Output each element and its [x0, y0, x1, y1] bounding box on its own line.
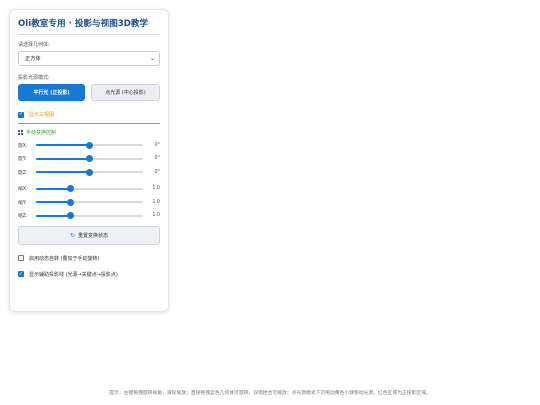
show-three-views-label: 显示三视图 [29, 112, 55, 118]
slider-track[interactable] [36, 198, 143, 206]
divider [18, 123, 160, 124]
slider-thumb[interactable] [86, 141, 93, 149]
reset-transform-button[interactable]: ↻ 重置变换状态 [18, 225, 160, 245]
reset-transform-label: 重置变换状态 [78, 232, 109, 239]
slider-fill [36, 144, 90, 146]
slider-value: 0° [154, 156, 160, 161]
slider-fill [36, 187, 71, 190]
scale-y-slider[interactable]: 缩Y: 1.0 [18, 198, 160, 206]
slider-track[interactable] [36, 141, 143, 149]
usage-hint: 提示：左键拖拽旋转视角，滚轮缩放；直接拖拽蓝色几何体可旋转，双指捏合可缩放；点光… [109, 391, 431, 396]
grid-icon [18, 130, 23, 135]
slider-label: 缩Z: [18, 214, 28, 219]
rotate-x-slider[interactable]: 旋X: 0° [18, 141, 160, 149]
slider-thumb[interactable] [66, 212, 74, 219]
aux-lines-label: 显示辅助投影线 (光源→关键点→投影点) [29, 271, 118, 278]
refresh-icon: ↻ [69, 231, 75, 239]
panel-title: Oli教室专用 · 投影与视图3D教学 [18, 17, 160, 35]
rotate-z-slider[interactable]: 旋Z: 0° [18, 168, 160, 176]
slider-thumb[interactable] [86, 155, 93, 162]
manual-transform-section: 手动变换控制 [18, 129, 160, 136]
rotate-y-slider[interactable]: 旋Y: 0° [18, 155, 160, 163]
checkbox-checked-icon[interactable]: ✓ [18, 271, 24, 277]
aux-lines-toggle[interactable]: ✓ 显示辅助投影线 (光源→关键点→投影点) [18, 271, 160, 278]
projection-mode-group: 平行光 (正投影) 点光源 (中心投影) [18, 84, 160, 101]
slider-value: 0° [154, 142, 160, 148]
shape-select-value: 正方体 [25, 56, 41, 62]
auto-rotate-label: 启用动态自转 (叠加于手动旋转) [29, 255, 100, 262]
point-light-button[interactable]: 点光源 (中心投影) [91, 84, 160, 101]
slider-label: 旋Y: [18, 157, 27, 162]
slider-value: 1.0 [152, 199, 160, 205]
slider-track[interactable] [36, 168, 143, 176]
slider-fill [36, 157, 90, 160]
slider-label: 旋X: [18, 143, 28, 149]
show-three-views-toggle[interactable]: ✓ 显示三视图 [18, 111, 160, 118]
scale-x-slider[interactable]: 缩X: 1.0 [18, 185, 160, 193]
slider-thumb[interactable] [66, 198, 74, 206]
parallel-light-button[interactable]: 平行光 (正投影) [18, 84, 85, 101]
manual-transform-title: 手动变换控制 [26, 130, 57, 136]
slider-label: 旋Z: [18, 170, 28, 176]
slider-label: 缩Y: [18, 200, 27, 206]
slider-value: 1.0 [152, 186, 160, 191]
option-checkboxes: 启用动态自转 (叠加于手动旋转) ✓ 显示辅助投影线 (光源→关键点→投影点) [18, 255, 160, 278]
slider-value: 0° [154, 169, 160, 175]
shape-label: 请选择几何体: [18, 42, 50, 48]
slider-fill [36, 214, 71, 217]
checkbox-checked-icon[interactable]: ✓ [18, 111, 24, 118]
slider-thumb[interactable] [86, 168, 93, 176]
control-panel: Oli教室专用 · 投影与视图3D教学 请选择几何体: 正方体 ⌄ 投影光源模式… [9, 9, 169, 312]
slider-thumb[interactable] [66, 185, 74, 192]
shape-select[interactable]: 正方体 ⌄ [18, 51, 160, 66]
slider-track[interactable] [36, 185, 143, 192]
transform-sliders: 旋X: 0° 旋Y: 0° 旋Z: 0° 缩X: 1.0 缩Y: 1.0 缩Z:… [18, 141, 160, 220]
chevron-down-icon: ⌄ [149, 55, 155, 62]
checkbox-unchecked-icon[interactable] [18, 255, 24, 261]
slider-fill [36, 201, 71, 203]
slider-track[interactable] [36, 155, 143, 162]
slider-value: 1.0 [152, 213, 160, 218]
slider-fill [36, 171, 90, 173]
projection-mode-label: 投影光源模式: [18, 75, 50, 81]
slider-label: 缩X: [18, 187, 28, 192]
slider-track[interactable] [36, 212, 143, 219]
auto-rotate-toggle[interactable]: 启用动态自转 (叠加于手动旋转) [18, 255, 160, 262]
scale-z-slider[interactable]: 缩Z: 1.0 [18, 212, 160, 220]
